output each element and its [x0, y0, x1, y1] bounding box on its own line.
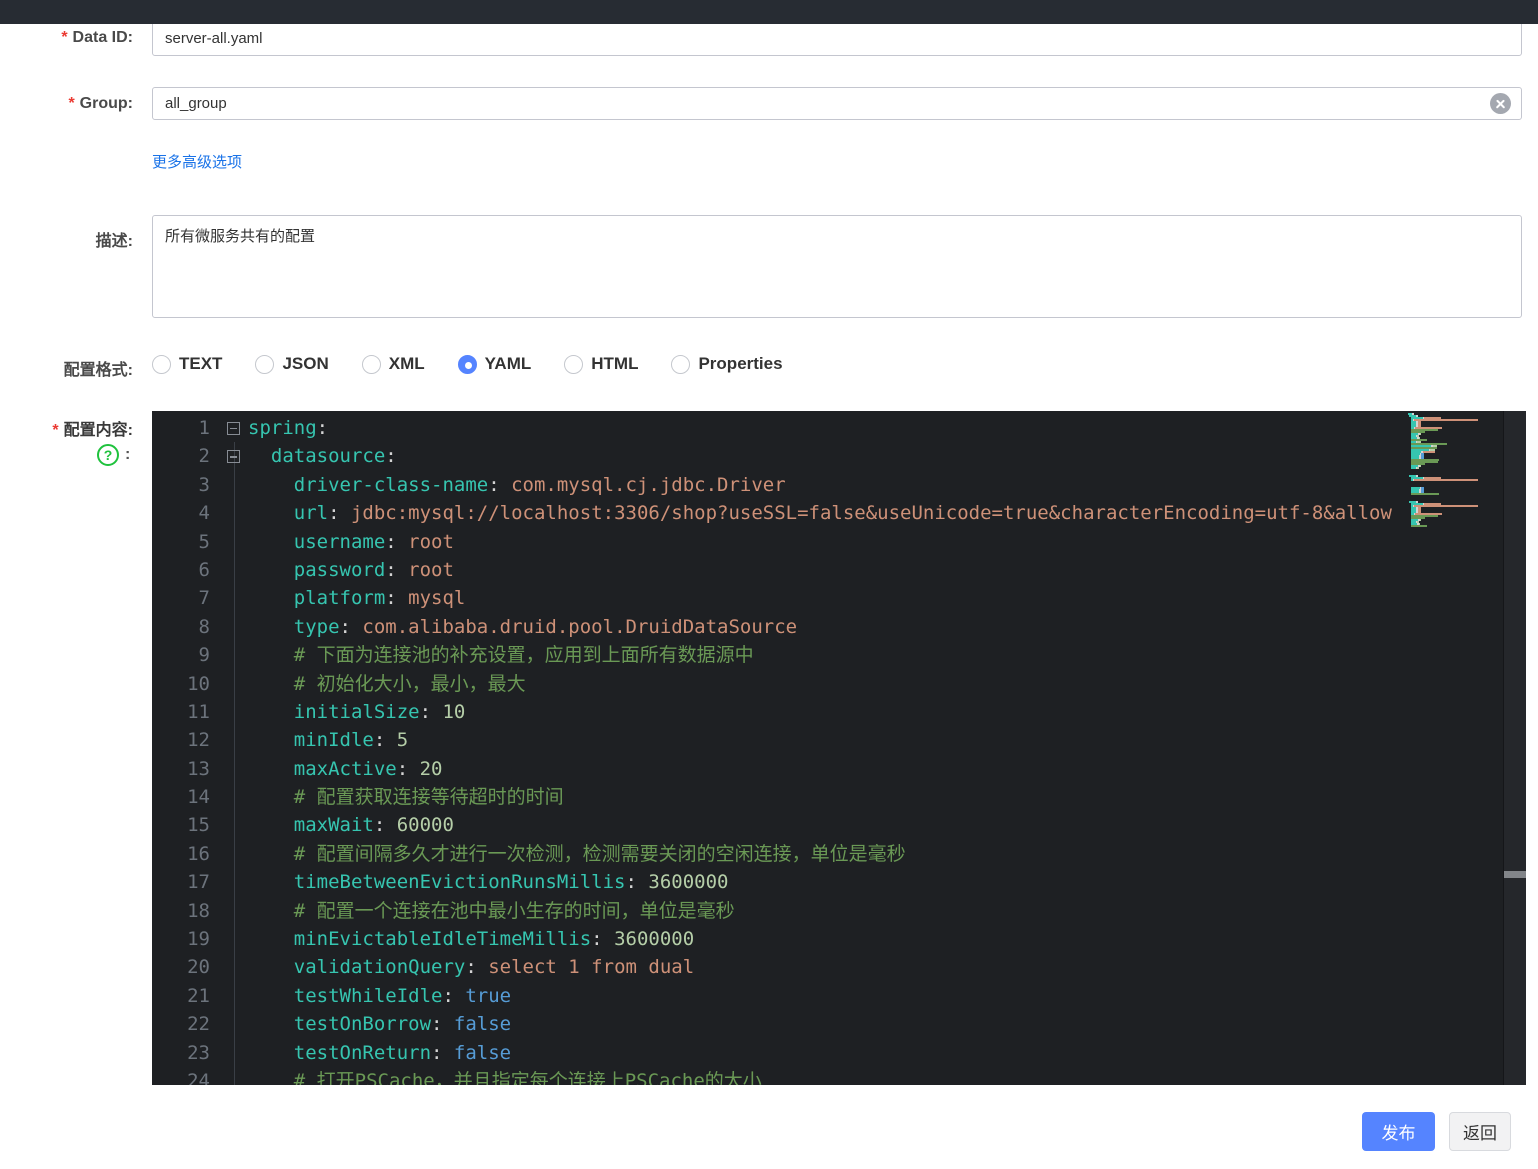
required-asterisk: *	[52, 422, 59, 439]
line-number: 12	[187, 729, 210, 752]
radio-icon	[564, 354, 584, 374]
line-number: 20	[187, 956, 210, 979]
line-number: 3	[198, 473, 210, 496]
line-number: 14	[187, 786, 210, 809]
help-colon: :	[125, 446, 131, 463]
top-navbar	[0, 0, 1538, 24]
content-help-row: ? :	[97, 444, 130, 466]
code-line[interactable]: 4 url: jdbc:mysql://localhost:3306/shop?…	[152, 499, 1408, 527]
editor-scrollbar[interactable]	[1503, 411, 1526, 1085]
format-option-properties[interactable]: Properties	[671, 354, 783, 374]
line-number: 22	[187, 1013, 210, 1036]
group-label: * Group:	[68, 95, 133, 112]
line-number: 23	[187, 1041, 210, 1064]
code-line[interactable]: 12 minIdle: 5	[152, 726, 1408, 754]
code-line[interactable]: 14 # 配置获取连接等待超时的时间	[152, 783, 1408, 811]
format-label: 配置格式:	[63, 362, 133, 379]
line-number: 19	[187, 928, 210, 951]
code-line[interactable]: 19 minEvictableIdleTimeMillis: 3600000	[152, 925, 1408, 953]
line-number: 24	[187, 1069, 210, 1085]
line-number: 9	[198, 644, 210, 667]
code-line[interactable]: 9 # 下面为连接池的补充设置，应用到上面所有数据源中	[152, 641, 1408, 669]
content-label: * 配置内容:	[52, 422, 133, 439]
description-textarea[interactable]: 所有微服务共有的配置	[152, 215, 1522, 318]
code-line[interactable]: 6 password: root	[152, 556, 1408, 584]
nacos-edit-config-page: *Data ID: *Group: 更多高级选项 描述: 所有微服务共有的配置 …	[0, 0, 1538, 1169]
help-question-icon[interactable]: ?	[97, 444, 119, 466]
format-option-json[interactable]: JSON	[255, 354, 329, 374]
code-line[interactable]: 15 maxWait: 60000	[152, 811, 1408, 839]
code-line[interactable]: 24 # 打开PSCache，并且指定每个连接上PSCache的大小	[152, 1067, 1408, 1085]
line-number: 5	[198, 530, 210, 553]
code-line[interactable]: 8 type: com.alibaba.druid.pool.DruidData…	[152, 613, 1408, 641]
publish-button[interactable]: 发布	[1362, 1112, 1435, 1151]
code-line[interactable]: 2 datasource:	[152, 442, 1408, 470]
data-id-input[interactable]	[152, 21, 1522, 56]
required-asterisk: *	[68, 95, 75, 112]
code-line[interactable]: 7 platform: mysql	[152, 584, 1408, 612]
required-asterisk: *	[61, 29, 68, 46]
radio-icon	[671, 354, 691, 374]
description-label: 描述:	[95, 233, 133, 250]
fold-collapse-icon[interactable]	[226, 421, 240, 435]
line-number: 13	[187, 757, 210, 780]
format-radio-group: TEXT JSON XML YAML HTML Properties	[152, 351, 816, 377]
config-content-editor[interactable]: 1 spring: 2 datasource: 3 driver-class-name…	[152, 411, 1526, 1085]
code-line[interactable]: 1 spring:	[152, 414, 1408, 442]
code-line[interactable]: 16 # 配置间隔多久才进行一次检测，检测需要关闭的空闲连接，单位是毫秒	[152, 840, 1408, 868]
advanced-options-link[interactable]: 更多高级选项	[152, 151, 242, 172]
code-line[interactable]: 5 username: root	[152, 528, 1408, 556]
code-line[interactable]: 20 validationQuery: select 1 from dual	[152, 953, 1408, 981]
code-line[interactable]: 3 driver-class-name: com.mysql.cj.jdbc.D…	[152, 471, 1408, 499]
line-number: 2	[198, 445, 210, 468]
back-button[interactable]: 返回	[1449, 1112, 1511, 1151]
code-line[interactable]: 18 # 配置一个连接在池中最小生存的时间，单位是毫秒	[152, 897, 1408, 925]
code-line[interactable]: 17 timeBetweenEvictionRunsMillis: 360000…	[152, 868, 1408, 896]
group-input[interactable]	[152, 87, 1522, 120]
line-number: 4	[198, 502, 210, 525]
radio-icon	[152, 354, 171, 374]
fold-collapse-icon[interactable]	[226, 450, 240, 464]
clear-group-icon[interactable]	[1490, 93, 1511, 114]
format-option-xml[interactable]: XML	[361, 354, 425, 374]
radio-icon	[255, 354, 275, 374]
line-number: 17	[187, 871, 210, 894]
radio-icon	[361, 354, 381, 374]
code-lines[interactable]: 1 spring: 2 datasource: 3 driver-class-name…	[152, 414, 1408, 1085]
format-option-html[interactable]: HTML	[564, 354, 638, 374]
format-option-text[interactable]: TEXT	[152, 354, 222, 374]
line-number: 7	[198, 587, 210, 610]
line-number: 8	[198, 615, 210, 638]
line-number: 16	[187, 842, 210, 865]
line-number: 18	[187, 899, 210, 922]
scrollbar-marker[interactable]	[1504, 871, 1526, 878]
code-line[interactable]: 11 initialSize: 10	[152, 698, 1408, 726]
line-number: 15	[187, 814, 210, 837]
line-number: 6	[198, 558, 210, 581]
code-line[interactable]: 13 maxActive: 20	[152, 755, 1408, 783]
minimap[interactable]	[1408, 413, 1503, 1085]
radio-icon	[457, 354, 477, 374]
line-number: 11	[187, 700, 210, 723]
line-number: 10	[187, 672, 210, 695]
code-line[interactable]: 21 testWhileIdle: true	[152, 982, 1408, 1010]
code-line[interactable]: 23 testOnReturn: false	[152, 1039, 1408, 1067]
format-option-yaml[interactable]: YAML	[457, 354, 531, 374]
line-number: 1	[198, 417, 210, 439]
code-line[interactable]: 10 # 初始化大小，最小，最大	[152, 670, 1408, 698]
line-number: 21	[187, 984, 210, 1007]
data-id-label: * Data ID:	[61, 29, 133, 46]
code-line[interactable]: 22 testOnBorrow: false	[152, 1010, 1408, 1038]
